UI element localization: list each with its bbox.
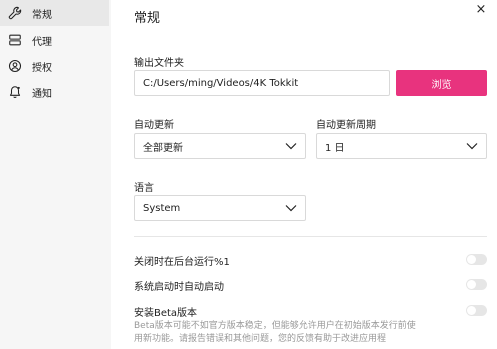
bell-icon (8, 85, 22, 99)
chevron-down-icon (466, 143, 478, 150)
autostart-label: 系统启动时自动启动 (134, 282, 224, 293)
sidebar-item-label: 代理 (32, 36, 52, 48)
auto-update-period-label: 自动更新周期 (316, 120, 376, 131)
install-beta-label: 安装Beta版本 (134, 308, 198, 319)
sidebar-item-notifications[interactable]: 通知 (0, 79, 109, 105)
beta-description: Beta版本可能不如官方版本稳定，但能够允许用户在初始版本发行前使用新功能。请报… (134, 321, 416, 344)
run-in-background-label: 关闭时在后台运行%1 (134, 257, 230, 268)
sidebar-item-label: 常规 (32, 9, 52, 21)
sidebar-item-license[interactable]: 授权 (0, 53, 109, 79)
sidebar-item-general[interactable]: 常规 (0, 0, 109, 26)
chevron-down-icon (285, 205, 297, 212)
toggle-knob (467, 255, 476, 264)
sidebar-item-label: 授权 (32, 62, 52, 74)
close-icon[interactable]: × (474, 3, 488, 17)
language-select[interactable]: System (134, 195, 306, 221)
auto-update-period-select[interactable]: 1 日 (316, 133, 487, 159)
toggle-knob (467, 280, 476, 289)
page-title: 常规 (134, 11, 161, 26)
language-value: System (143, 202, 181, 214)
output-folder-input[interactable]: C:/Users/ming/Videos/4K Tokkit (134, 70, 390, 96)
output-folder-value: C:/Users/ming/Videos/4K Tokkit (143, 77, 299, 89)
auto-update-period-value: 1 日 (325, 142, 345, 154)
auto-update-select[interactable]: 全部更新 (134, 133, 306, 159)
chevron-down-icon (285, 143, 297, 150)
settings-panel: 常规 × 输出文件夹 C:/Users/ming/Videos/4K Tokki… (111, 0, 497, 349)
section-divider (134, 236, 487, 237)
output-folder-label: 输出文件夹 (134, 58, 184, 69)
install-beta-toggle[interactable] (466, 305, 487, 316)
language-label: 语言 (134, 183, 154, 194)
sidebar: 常规 代理 授权 通知 (0, 0, 111, 349)
auto-update-value: 全部更新 (143, 142, 183, 154)
auto-update-label: 自动更新 (134, 120, 174, 131)
sidebar-item-label: 通知 (32, 88, 52, 100)
autostart-toggle[interactable] (466, 279, 487, 290)
browse-button[interactable]: 浏览 (396, 70, 487, 96)
run-in-background-toggle[interactable] (466, 254, 487, 265)
user-circle-icon (8, 59, 22, 73)
toggle-knob (467, 306, 476, 315)
sidebar-item-proxy[interactable]: 代理 (0, 27, 109, 53)
wrench-icon (8, 6, 22, 20)
server-icon (8, 33, 22, 47)
